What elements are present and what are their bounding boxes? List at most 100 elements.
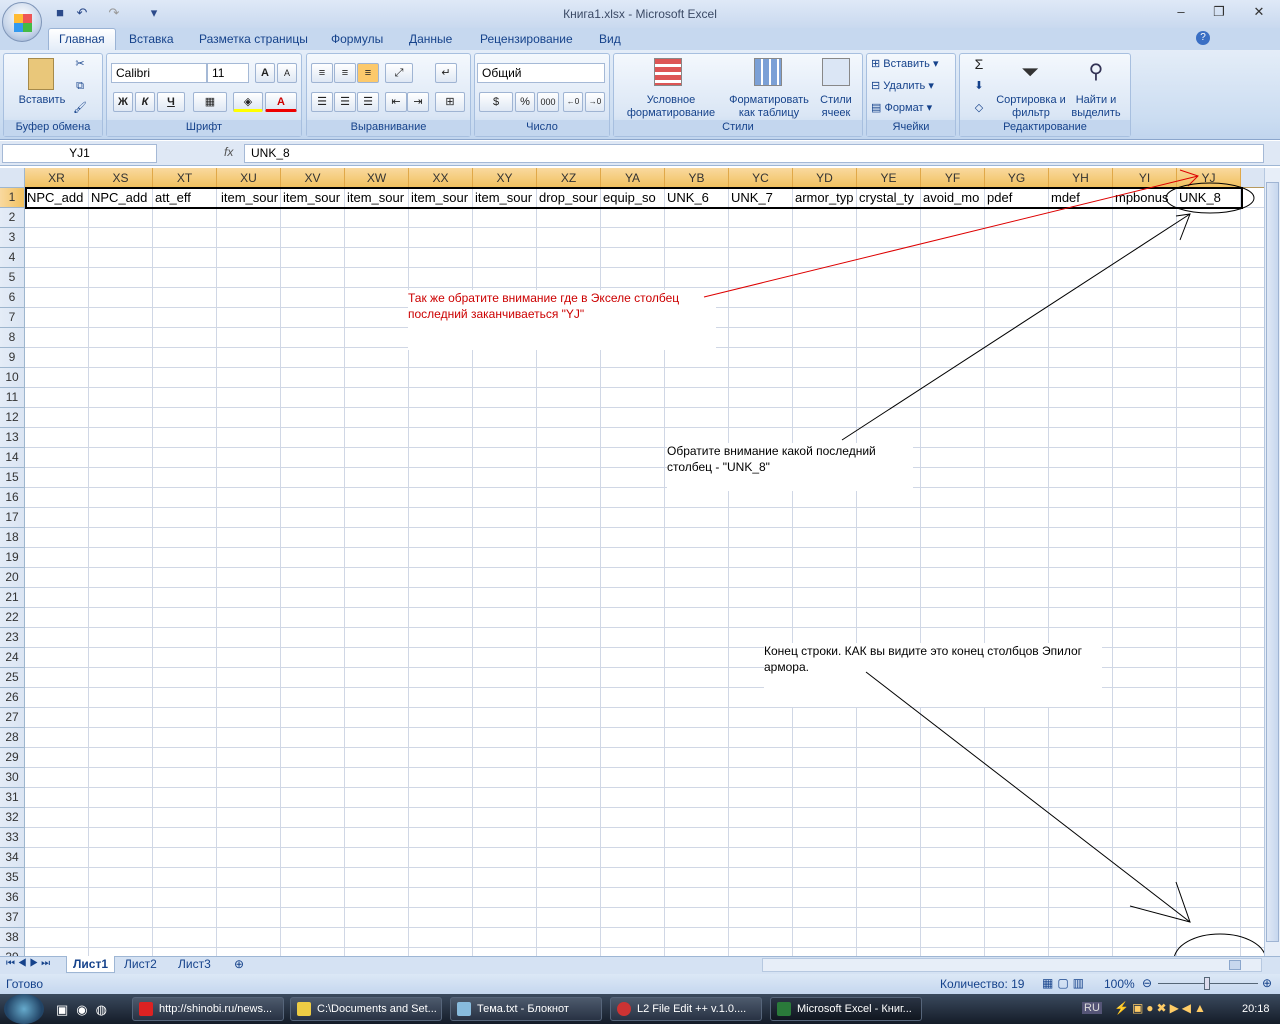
cell[interactable] [473,668,537,688]
underline-button[interactable]: Ч [157,92,185,112]
cell[interactable] [793,828,857,848]
cell[interactable] [793,508,857,528]
cell[interactable] [25,488,89,508]
cell[interactable] [281,848,345,868]
cell[interactable] [473,608,537,628]
cell[interactable] [793,728,857,748]
cell[interactable] [473,868,537,888]
cell[interactable] [1177,928,1241,948]
cell[interactable] [665,648,729,668]
cell[interactable] [1177,388,1241,408]
insert-cells-button[interactable]: ⊞ Вставить ▾ [871,58,953,71]
cell[interactable] [153,468,217,488]
cell[interactable] [729,288,793,308]
cell[interactable] [601,548,665,568]
cell[interactable] [409,608,473,628]
cell[interactable] [729,568,793,588]
cell[interactable] [1177,228,1241,248]
cell[interactable] [25,728,89,748]
cell[interactable] [25,368,89,388]
cell[interactable] [1049,868,1113,888]
cell[interactable] [985,468,1049,488]
cell[interactable] [729,768,793,788]
cell[interactable] [409,208,473,228]
cell[interactable] [473,468,537,488]
cell[interactable] [537,708,601,728]
cell[interactable] [665,588,729,608]
cell[interactable] [217,468,281,488]
cell[interactable] [473,788,537,808]
cell[interactable] [537,448,601,468]
column-header-ye[interactable]: YE [857,168,921,188]
cell[interactable] [281,728,345,748]
cell[interactable] [89,668,153,688]
cell[interactable] [793,568,857,588]
cell[interactable] [25,448,89,468]
cell[interactable] [409,748,473,768]
cell[interactable] [217,428,281,448]
cell[interactable]: avoid_mo [921,188,985,208]
font-size-select[interactable]: 11 [207,63,249,83]
cell[interactable] [665,608,729,628]
cell[interactable] [985,848,1049,868]
cell[interactable] [537,348,601,368]
cell[interactable] [857,348,921,368]
cell[interactable] [1049,588,1113,608]
cell[interactable] [89,888,153,908]
cell[interactable] [857,948,921,956]
cell[interactable] [1177,768,1241,788]
cell[interactable] [665,788,729,808]
cell[interactable]: UNK_7 [729,188,793,208]
cell[interactable] [985,768,1049,788]
cell[interactable] [25,888,89,908]
cell[interactable] [217,808,281,828]
cell[interactable] [537,228,601,248]
cell[interactable] [921,908,985,928]
row-header-9[interactable]: 9 [0,348,25,368]
cell[interactable] [1177,448,1241,468]
cell[interactable] [409,628,473,648]
tab-insert[interactable]: Вставка [123,32,180,46]
shrink-font-button[interactable]: A [277,63,297,83]
cell[interactable] [793,948,857,956]
cell[interactable] [921,208,985,228]
cell[interactable] [281,288,345,308]
cell[interactable] [409,588,473,608]
cell[interactable] [857,928,921,948]
cell[interactable] [1113,708,1177,728]
cell[interactable] [473,948,537,956]
cell[interactable] [857,808,921,828]
cell[interactable] [1113,908,1177,928]
cell[interactable] [921,748,985,768]
cell[interactable] [857,208,921,228]
cell[interactable] [537,948,601,956]
column-header-yc[interactable]: YC [729,168,793,188]
cell[interactable] [537,728,601,748]
sheet-nav-icons[interactable]: ⏮ ◀ ▶ ⏭ [6,958,50,969]
cell[interactable] [409,488,473,508]
cell[interactable] [1049,408,1113,428]
cell[interactable] [1113,748,1177,768]
cell[interactable] [601,468,665,488]
cell[interactable] [537,848,601,868]
cell[interactable] [281,708,345,728]
cell[interactable] [153,248,217,268]
cell[interactable] [89,308,153,328]
cell[interactable] [25,428,89,448]
cell[interactable] [281,648,345,668]
cell[interactable] [1113,408,1177,428]
cell[interactable] [25,868,89,888]
cell[interactable] [1113,788,1177,808]
cell[interactable] [217,688,281,708]
cell[interactable] [217,928,281,948]
tab-formulas[interactable]: Формулы [325,32,389,46]
row-header-4[interactable]: 4 [0,248,25,268]
cell[interactable] [793,488,857,508]
cell[interactable] [793,808,857,828]
cell[interactable] [729,848,793,868]
tray-icons[interactable]: ⚡▣●✖▶◀▲ [1114,1001,1209,1015]
cell[interactable] [537,408,601,428]
cell[interactable] [345,908,409,928]
format-as-table-button[interactable]: Форматировать как таблицу [724,94,814,120]
cell[interactable] [345,248,409,268]
